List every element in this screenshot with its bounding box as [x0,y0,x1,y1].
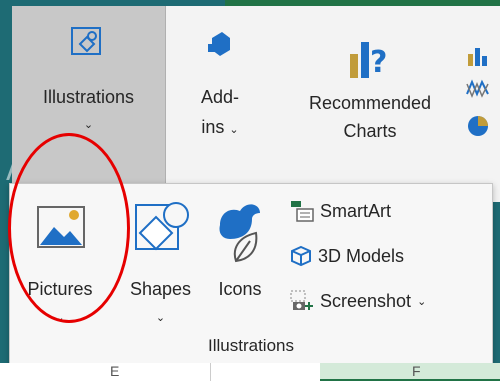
smartart-button[interactable]: SmartArt [290,196,391,226]
shapes-label: Shapes [129,279,192,299]
pie-chart-icon[interactable] [466,114,490,145]
recommended-charts-icon: ? [348,36,392,87]
shapes-button[interactable]: Shapes ⌄ [123,199,198,324]
add-ins-icon [204,28,234,65]
shapes-icon [130,199,192,266]
group-label: Illustrations [208,336,294,355]
add-ins-label-line2: ins ⌄ [201,117,239,137]
illustrations-icon [70,26,104,65]
icons-label: Icons [218,279,262,299]
chevron-down-icon: ⌄ [417,295,427,308]
cube-icon [291,245,311,267]
screenshot-button[interactable]: Screenshot ⌄ [290,286,426,316]
3d-models-label: 3D Models [318,245,405,266]
column-chart-icon[interactable] [466,46,490,75]
add-ins-label-line1: Add- [200,87,240,107]
illustrations-label: Illustrations [42,87,135,107]
recommended-charts-button[interactable]: ? Recommended Charts [280,6,460,202]
smartart-icon [291,201,314,222]
recommended-charts-label-line2: Charts [343,121,397,141]
column-header-e[interactable]: E [110,363,119,379]
column-divider [210,363,211,381]
chevron-down-icon: ⌄ [155,312,166,324]
icons-button[interactable]: Icons [208,199,272,299]
screenshot-label: Screenshot [320,290,412,311]
bird-leaf-icon [212,199,268,270]
highlight-circle [8,133,130,323]
screenshot-icon [290,290,313,310]
selected-column-header [320,363,500,381]
add-ins-button[interactable]: Add- ins ⌄ [180,6,260,202]
spreadsheet-column-header: E F [0,363,500,381]
line-chart-icon[interactable] [466,78,490,107]
chart-type-buttons [460,6,500,202]
recommended-charts-label-line1: Recommended [308,93,432,113]
chevron-down-icon: ⌄ [83,119,94,131]
smartart-label: SmartArt [320,200,392,221]
svg-text:?: ? [370,45,387,80]
column-header-f[interactable]: F [412,363,421,379]
3d-models-button[interactable]: 3D Models [290,241,404,271]
